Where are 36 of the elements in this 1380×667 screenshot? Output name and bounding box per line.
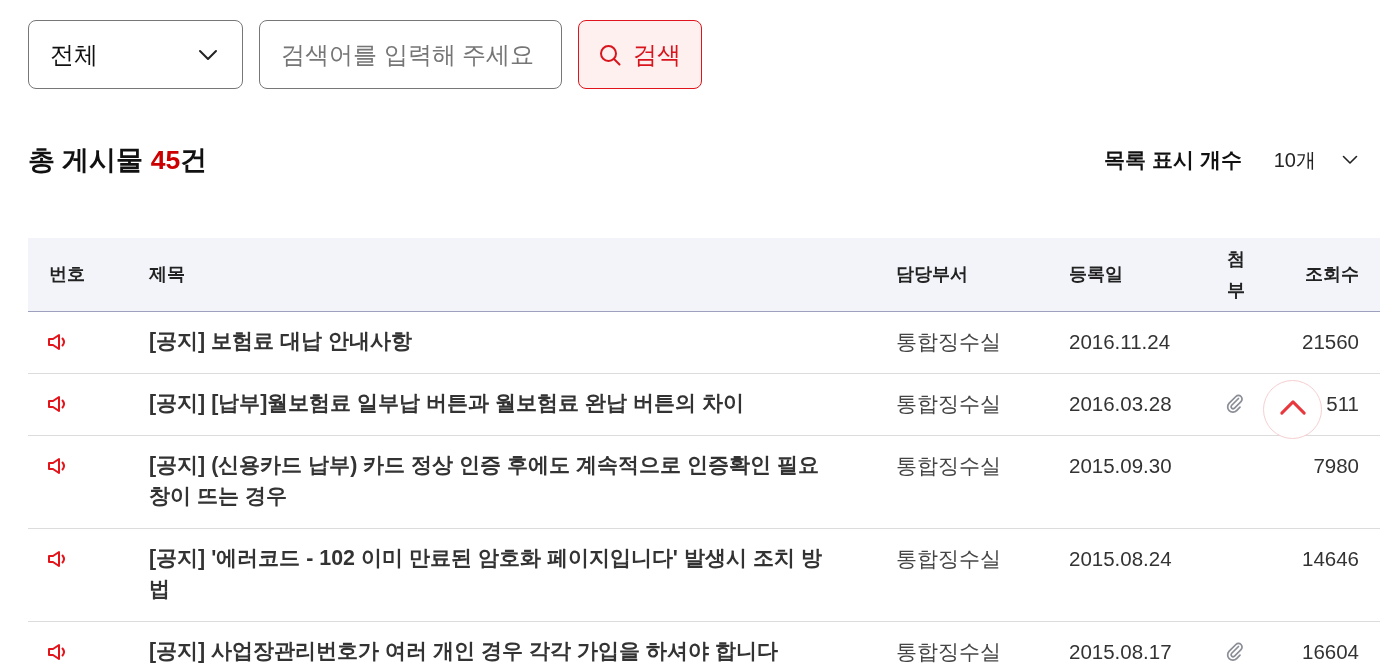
category-select[interactable]: 전체	[28, 20, 243, 89]
chevron-down-icon	[1342, 155, 1358, 165]
date-text: 2015.08.17	[1069, 640, 1172, 663]
search-field[interactable]: 검색어를 입력해 주세요	[259, 20, 562, 89]
date-text: 2016.11.24	[1069, 330, 1171, 353]
post-title-link[interactable]: [공지] '에러코드 - 102 이미 만료된 암호화 페이지입니다' 발생시 조치 방법	[149, 543, 830, 605]
search-button[interactable]: 검색	[578, 20, 702, 89]
department-text: 통합징수실	[896, 330, 1001, 353]
column-header: 제목	[149, 264, 185, 284]
column-header: 첨부	[1227, 247, 1245, 302]
column-header: 번호	[49, 264, 85, 284]
view-count: 14646	[1302, 547, 1359, 570]
date-text: 2015.08.24	[1069, 547, 1172, 570]
view-count: 21560	[1302, 330, 1359, 353]
column-header: 등록일	[1069, 264, 1123, 284]
department-text: 통합징수실	[896, 640, 1001, 663]
page-size-label: 목록 표시 개수	[1104, 147, 1242, 173]
post-title-link[interactable]: [공지] 사업장관리번호가 여러 개인 경우 각각 가입을 하셔야 합니다	[149, 636, 830, 667]
department-text: 통합징수실	[896, 392, 1001, 415]
post-title-link[interactable]: [공지] [납부]월보험료 일부납 버튼과 월보험료 완납 버튼의 차이	[149, 388, 830, 419]
column-header: 담당부서	[896, 264, 968, 284]
post-title-link[interactable]: [공지] 보험료 대납 안내사항	[149, 326, 830, 357]
column-header: 조회수	[1305, 264, 1359, 284]
post-title-link[interactable]: [공지] (신용카드 납부) 카드 정상 인증 후에도 계속적으로 인증확인 필요창이 뜨는 경우	[149, 450, 830, 512]
department-text: 통합징수실	[896, 547, 1001, 570]
caret-up-icon	[1278, 399, 1307, 416]
view-count: 16604	[1302, 640, 1359, 663]
view-count: 511	[1326, 392, 1359, 415]
view-count: 7980	[1313, 454, 1359, 477]
chevron-down-icon	[198, 48, 218, 61]
post-count: 총 게시물 45건	[28, 144, 208, 177]
date-text: 2015.09.30	[1069, 454, 1172, 477]
department-text: 통합징수실	[896, 454, 1001, 477]
page-size-select[interactable]: 10개	[1273, 146, 1358, 174]
date-text: 2016.03.28	[1069, 392, 1172, 415]
search-icon	[599, 43, 621, 66]
